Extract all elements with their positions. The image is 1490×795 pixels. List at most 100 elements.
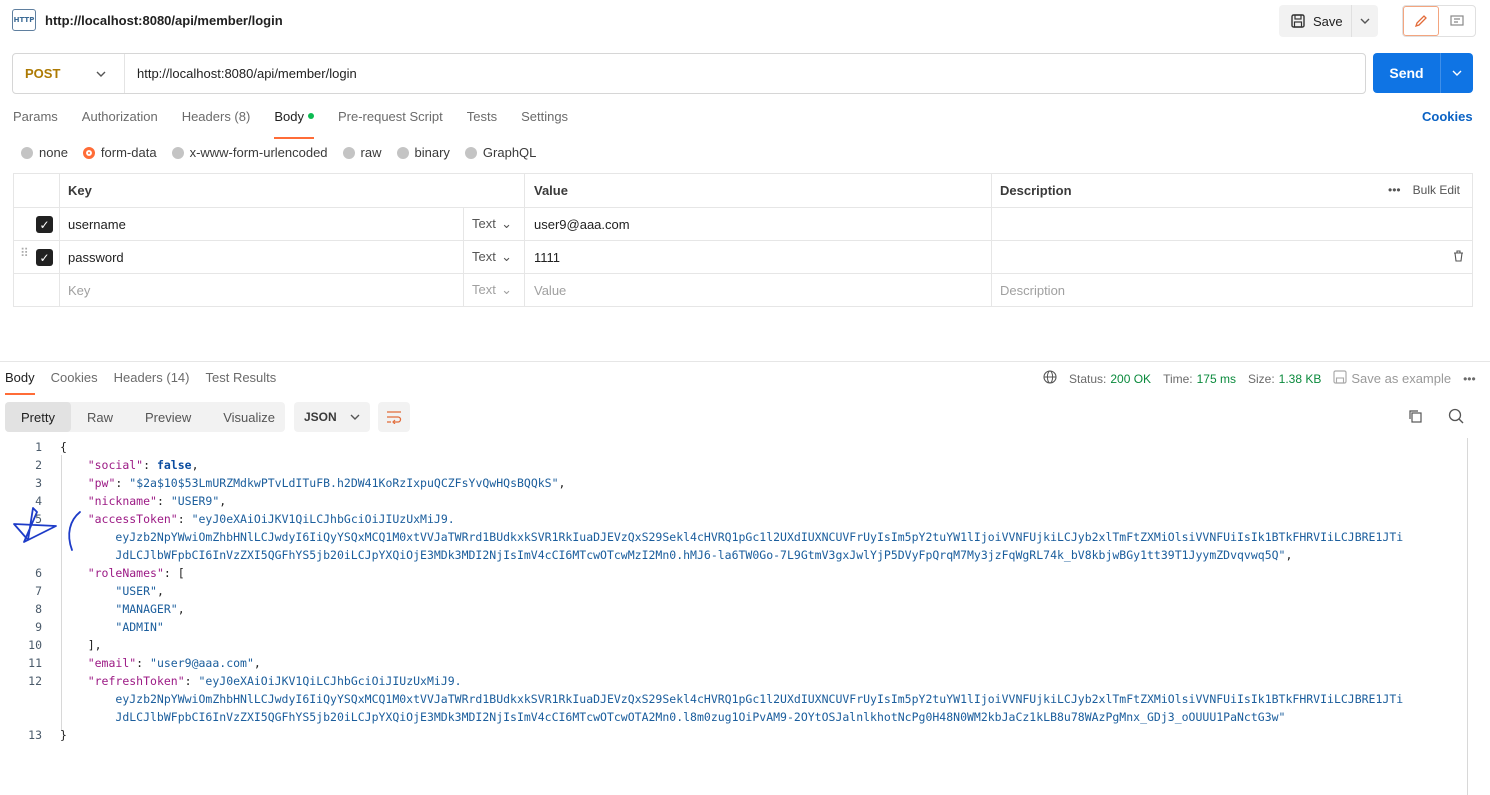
view-mode-toggle	[1402, 5, 1476, 37]
json-value: JdLCJlbWFpbCI6InVzZXI5QGFhYS5jb20iLCJpYX…	[115, 710, 1286, 724]
type-select[interactable]: Text ⌄	[463, 240, 525, 274]
tab-body[interactable]: Body	[274, 109, 314, 139]
body-type-urlencoded[interactable]: x-www-form-urlencoded	[171, 145, 328, 160]
key-input[interactable]: Key	[59, 273, 464, 307]
comment-icon	[1450, 14, 1464, 26]
edit-button[interactable]	[1403, 6, 1439, 36]
size-value[interactable]: 1.38 KB	[1279, 372, 1322, 386]
tab-response-headers[interactable]: Headers (14)	[114, 370, 190, 392]
http-request-icon: HTTP	[12, 9, 36, 31]
tab-response-cookies[interactable]: Cookies	[51, 370, 98, 392]
response-body-code[interactable]: 1{ 2 "social": false, 3 "pw": "$2a$10$53…	[0, 438, 1468, 744]
code-line: 12 "refreshToken": "eyJ0eXAiOiJKV1QiLCJh…	[0, 672, 1468, 690]
send-options-button[interactable]	[1441, 53, 1473, 93]
body-type-form-data[interactable]: form-data	[82, 145, 157, 160]
value-cell[interactable]: user9@aaa.com	[524, 207, 992, 241]
body-type-binary[interactable]: binary	[396, 145, 450, 160]
code-text: eyJzb2NpYWwiOmZhbHNlLCJwdyI6IiQyYSQxMCQ1…	[60, 528, 1403, 546]
code-line: 8 "MANAGER",	[0, 600, 1468, 618]
code-text: }	[60, 728, 67, 742]
json-key: "roleNames"	[87, 566, 164, 580]
format-pretty[interactable]: Pretty	[5, 402, 71, 432]
tab-label: Tests	[466, 109, 498, 124]
checkbox-checked-icon[interactable]: ✓	[36, 249, 53, 266]
bulk-edit-button[interactable]: Bulk Edit	[1413, 183, 1460, 197]
comments-button[interactable]	[1439, 6, 1475, 36]
send-button[interactable]: Send	[1373, 53, 1441, 93]
radio-label: binary	[414, 145, 450, 160]
wrap-lines-button[interactable]	[378, 402, 410, 432]
code-line: eyJzb2NpYWwiOmZhbHNlLCJwdyI6IiQyYSQxMCQ1…	[0, 690, 1468, 708]
body-type-none[interactable]: none	[21, 145, 68, 160]
radio-icon	[21, 146, 33, 159]
radio-icon	[396, 146, 409, 159]
pencil-icon	[1414, 15, 1427, 28]
chevron-down-icon	[350, 414, 360, 420]
key-cell[interactable]: username	[59, 207, 464, 241]
radio-label: none	[39, 145, 68, 160]
save-as-example-button[interactable]: Save as example	[1351, 371, 1451, 386]
tab-settings[interactable]: Settings	[521, 109, 568, 133]
line-number: 2	[35, 458, 42, 472]
line-number	[0, 690, 42, 708]
code-line: 3 "pw": "$2a$10$53LmURZMdkwPTvLdITuFB.h2…	[0, 474, 1468, 492]
type-select[interactable]: Text ⌄	[463, 273, 525, 307]
chevron-down-icon	[1452, 70, 1462, 76]
code-text: "email": "user9@aaa.com",	[87, 656, 261, 670]
code-line: 1{	[0, 438, 1468, 456]
header-description-label: Description	[1000, 183, 1072, 198]
url-input[interactable]: http://localhost:8080/api/member/login	[125, 66, 357, 81]
json-key: "email"	[87, 656, 137, 670]
body-type-raw[interactable]: raw	[342, 145, 382, 160]
checkbox-checked-icon[interactable]: ✓	[36, 216, 53, 233]
description-input[interactable]: Description	[991, 273, 1473, 307]
table-header-row: Key Value Description ••• Bulk Edit	[13, 173, 1473, 208]
more-options-icon[interactable]: •••	[1463, 372, 1476, 386]
line-number: 3	[35, 476, 42, 490]
code-line: JdLCJlbWFpbCI6InVzZXI5QGFhYS5jb20iLCJpYX…	[0, 546, 1468, 564]
status-value[interactable]: 200 OK	[1110, 372, 1151, 386]
save-group: Save	[1279, 5, 1378, 37]
description-cell[interactable]	[991, 240, 1473, 274]
code-line: "accessToken": "eyJ0eXAiOiJKV1QiLCJhbGci…	[0, 510, 1468, 528]
chevron-down-icon: ⌄	[501, 282, 512, 297]
time-value[interactable]: 175 ms	[1197, 372, 1236, 386]
globe-icon[interactable]	[1043, 370, 1057, 387]
tab-tests[interactable]: Tests	[467, 109, 497, 133]
save-options-button[interactable]	[1352, 5, 1378, 37]
search-icon[interactable]	[1448, 408, 1464, 427]
format-raw[interactable]: Raw	[71, 402, 129, 432]
table-row: ✓ username Text ⌄ user9@aaa.com	[13, 207, 1473, 241]
language-select[interactable]: JSON	[294, 402, 370, 432]
code-text: "pw": "$2a$10$53LmURZMdkwPTvLdITuFB.h2DW…	[87, 476, 566, 490]
drag-handle-icon[interactable]: ⠿	[20, 247, 29, 259]
modified-dot-icon	[307, 113, 314, 119]
format-visualize[interactable]: Visualize	[207, 402, 291, 432]
type-select[interactable]: Text ⌄	[463, 207, 525, 241]
trash-icon[interactable]	[1453, 249, 1464, 265]
json-value: JdLCJlbWFpbCI6InVzZXI5QGFhYS5jb20iLCJpYX…	[115, 548, 1286, 562]
line-number: 10	[28, 638, 42, 652]
key-cell[interactable]: password	[59, 240, 464, 274]
cookies-link[interactable]: Cookies	[1422, 109, 1473, 124]
json-value: "$2a$10$53LmURZMdkwPTvLdITuFB.h2DW41KoRz…	[129, 476, 559, 490]
pane-divider[interactable]	[0, 361, 1490, 362]
format-preview[interactable]: Preview	[129, 402, 207, 432]
tab-authorization[interactable]: Authorization	[82, 109, 158, 133]
value-cell[interactable]: 1111	[524, 240, 992, 274]
description-cell[interactable]	[991, 207, 1473, 241]
header-value: Value	[524, 173, 992, 208]
tab-params[interactable]: Params	[13, 109, 58, 133]
body-type-graphql[interactable]: GraphQL	[464, 145, 536, 160]
method-select[interactable]: POST	[13, 54, 125, 93]
code-line: 2 "social": false,	[0, 456, 1468, 474]
tab-response-body[interactable]: Body	[5, 370, 35, 395]
value-input[interactable]: Value	[524, 273, 992, 307]
save-button[interactable]: Save	[1279, 5, 1352, 37]
save-example-icon	[1333, 370, 1347, 387]
tab-headers[interactable]: Headers (8)	[182, 109, 251, 133]
copy-icon[interactable]	[1408, 409, 1422, 426]
more-options-icon[interactable]: •••	[1388, 183, 1401, 197]
tab-pre-request-script[interactable]: Pre-request Script	[338, 109, 443, 133]
tab-test-results[interactable]: Test Results	[205, 370, 276, 392]
